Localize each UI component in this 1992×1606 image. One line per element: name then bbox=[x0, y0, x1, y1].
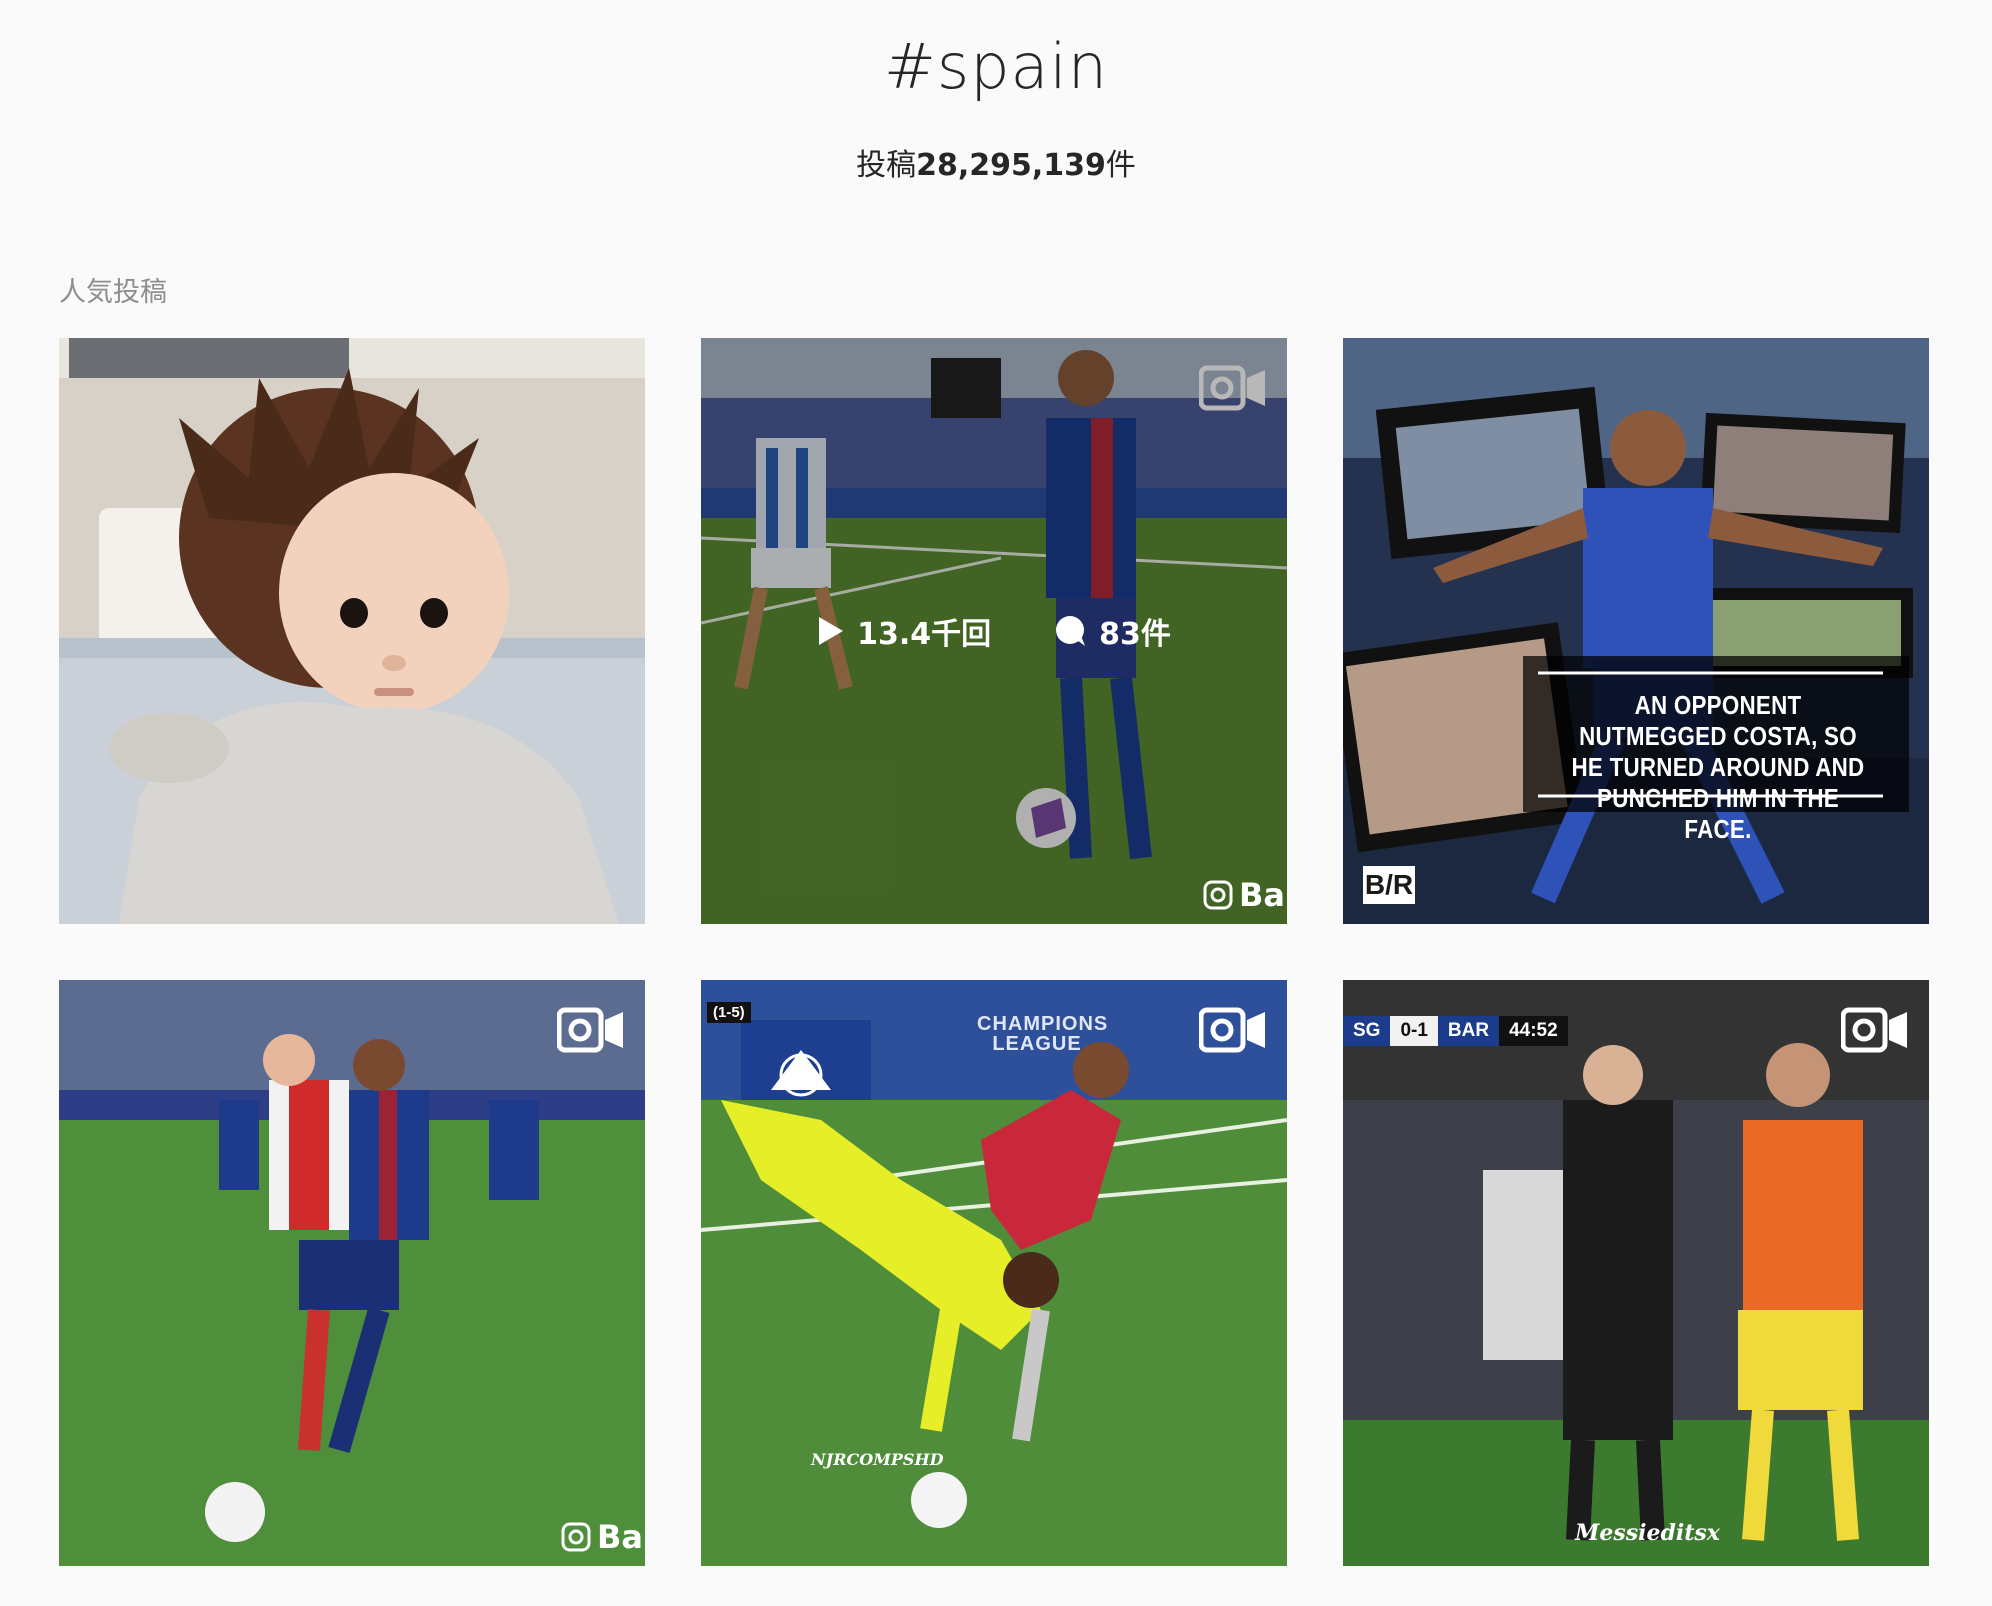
video-camera-icon bbox=[557, 1007, 623, 1053]
post-count-number: 28,295,139 bbox=[916, 148, 1106, 183]
instagram-logo-icon bbox=[1203, 880, 1233, 910]
creator-credit: Messieditsx bbox=[1575, 1520, 1720, 1546]
post-count: 投稿28,295,139件 bbox=[0, 140, 1992, 184]
creator-credit: NJRCOMPSHD bbox=[811, 1450, 944, 1469]
post-count-prefix: 投稿 bbox=[856, 148, 917, 183]
section-label-top-posts: 人気投稿 bbox=[59, 277, 167, 308]
post-image-champions-league bbox=[701, 980, 1287, 1566]
instagram-logo-icon bbox=[561, 1522, 591, 1552]
comment-count-value: 83件 bbox=[1099, 617, 1171, 652]
champions-league-banner: CHAMPIONS LEAGUE bbox=[977, 1013, 1109, 1055]
scoreboard-score: 0-1 bbox=[1390, 1016, 1438, 1046]
play-icon bbox=[819, 617, 844, 645]
post-tile[interactable]: SG 0-1 BAR 44:52 Messieditsx bbox=[1343, 980, 1929, 1566]
scoreboard-away: BAR bbox=[1437, 1016, 1500, 1046]
post-image-sideline bbox=[1343, 980, 1929, 1566]
post-tile[interactable]: AN OPPONENT NUTMEGGED COSTA, SO HE TURNE… bbox=[1343, 338, 1929, 924]
post-image-baby bbox=[59, 338, 645, 924]
post-tile[interactable]: (1-5) CHAMPIONS LEAGUE NJRCOMPSHD bbox=[701, 980, 1287, 1566]
bleacher-report-logo: B/R bbox=[1363, 866, 1415, 904]
watermark: Ba bbox=[561, 1518, 643, 1556]
post-tile[interactable]: Ba bbox=[59, 980, 645, 1566]
hover-stats-overlay[interactable]: 13.4千回 83件 bbox=[701, 338, 1287, 924]
post-tile[interactable] bbox=[59, 338, 645, 924]
post-image-football-ajax bbox=[59, 980, 645, 1566]
post-count-suffix: 件 bbox=[1105, 148, 1136, 183]
comment-count: 83件 bbox=[1053, 609, 1171, 653]
video-camera-icon bbox=[1199, 1007, 1265, 1053]
post-grid: 13.4千回 83件 Ba AN OPPONENT NUTMEGGED COST… bbox=[59, 338, 1930, 1566]
post-tile[interactable]: 13.4千回 83件 Ba bbox=[701, 338, 1287, 924]
watermark: Ba bbox=[1203, 876, 1285, 914]
view-count: 13.4千回 bbox=[817, 609, 991, 653]
page-title: #spain bbox=[883, 30, 1109, 103]
scoreboard: SG 0-1 BAR 44:52 bbox=[1343, 1016, 1568, 1046]
view-count-value: 13.4千回 bbox=[857, 617, 992, 652]
scoreboard-clock: 44:52 bbox=[1499, 1016, 1568, 1046]
match-score: (1-5) bbox=[707, 1002, 751, 1023]
scoreboard-home: SG bbox=[1343, 1016, 1391, 1046]
video-camera-icon bbox=[1841, 1007, 1907, 1053]
quote-caption: AN OPPONENT NUTMEGGED COSTA, SO HE TURNE… bbox=[1571, 690, 1865, 844]
comment-bubble-icon bbox=[1056, 616, 1086, 646]
